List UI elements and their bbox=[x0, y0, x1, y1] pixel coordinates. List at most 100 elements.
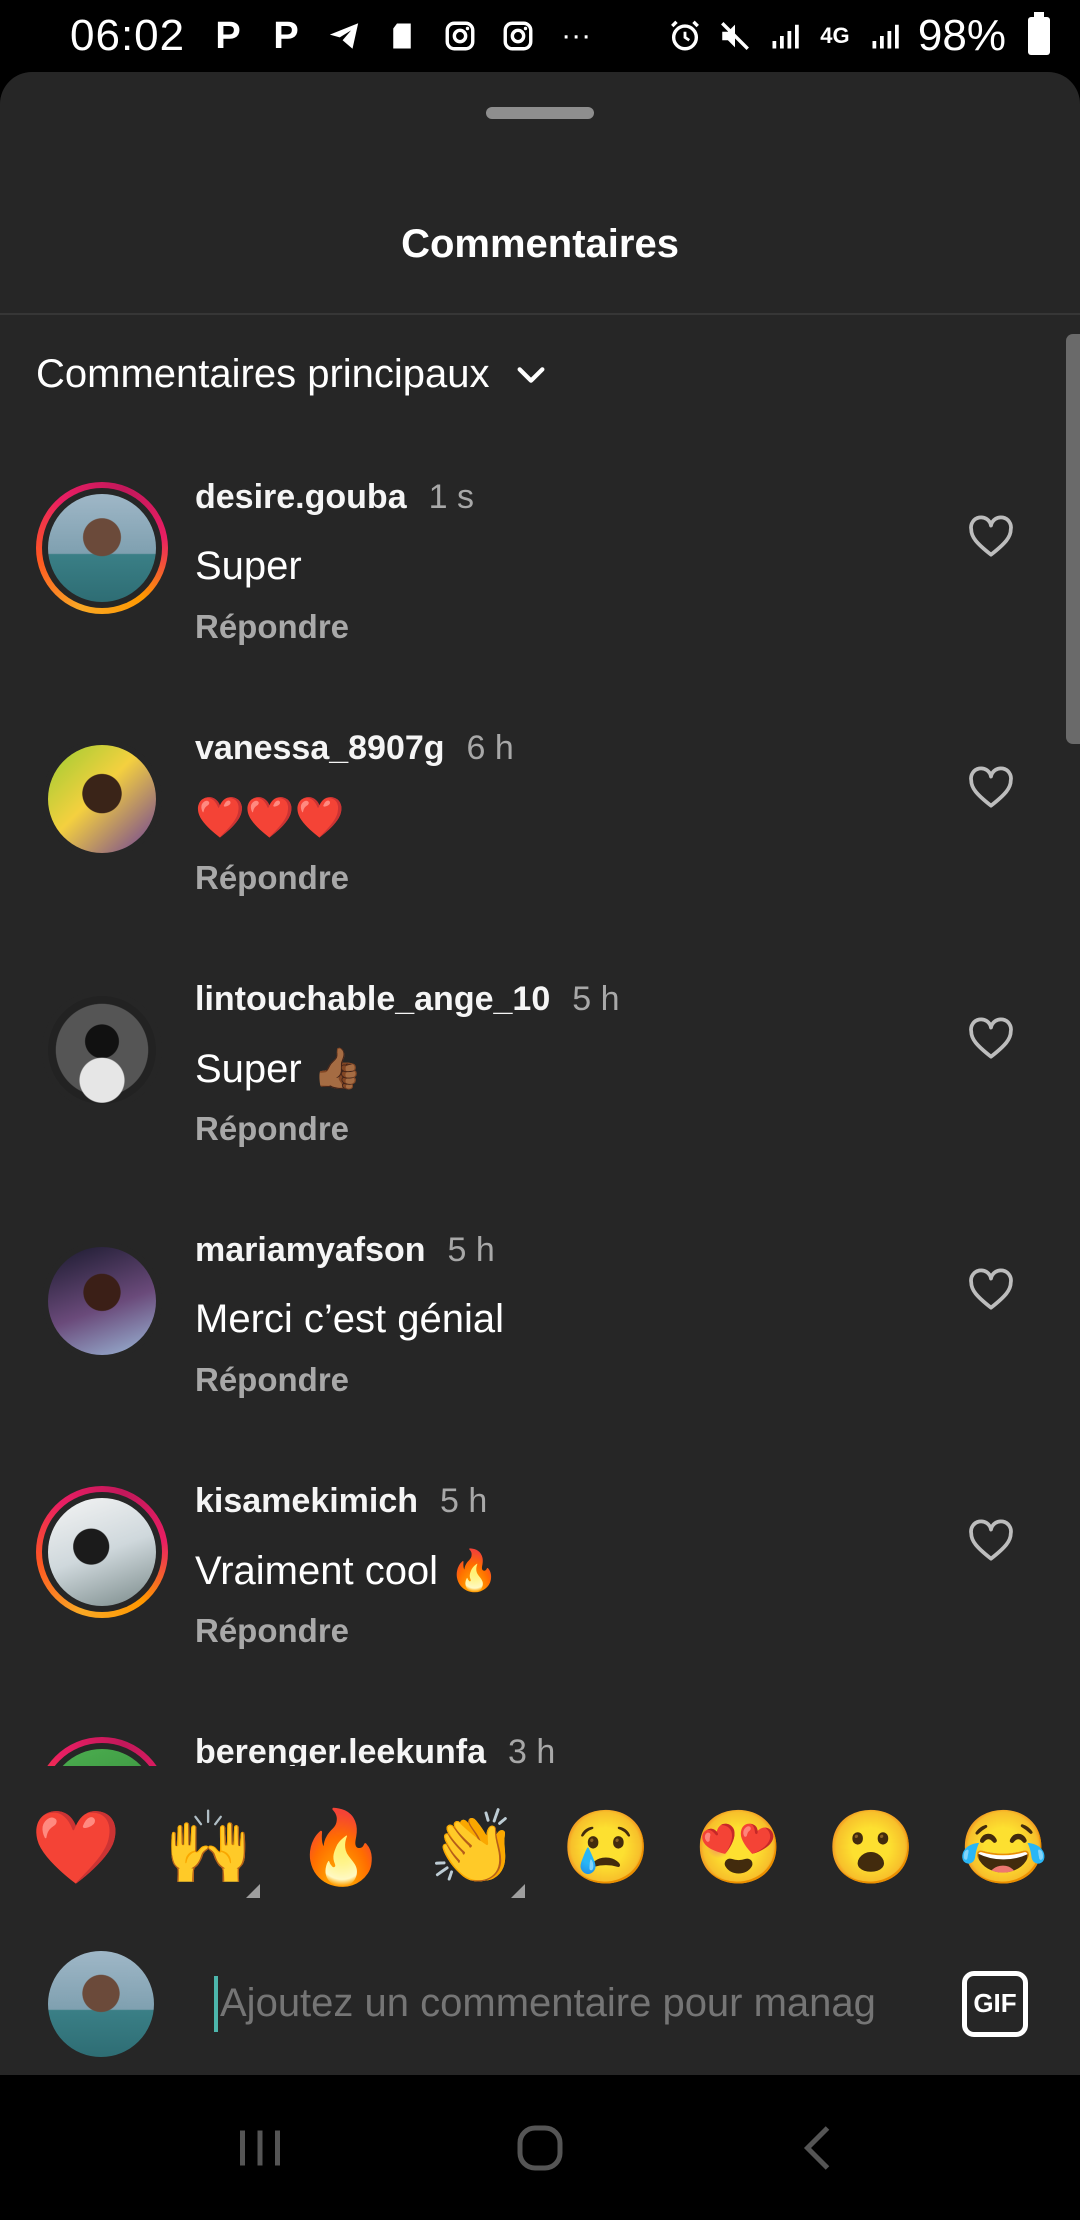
comment-time: 6 h bbox=[466, 729, 514, 767]
current-user-avatar bbox=[48, 1950, 154, 2057]
avatar-story-ring[interactable] bbox=[36, 1486, 168, 1618]
comment-text: Super bbox=[195, 543, 302, 588]
avatar bbox=[48, 1749, 156, 1766]
telegram-icon bbox=[327, 19, 361, 53]
instagram-icon bbox=[501, 19, 535, 53]
recent-apps-icon bbox=[240, 2130, 280, 2165]
emoji-laughing[interactable]: 😂 bbox=[949, 1792, 1059, 1902]
like-button[interactable] bbox=[966, 1516, 1016, 1566]
system-nav-bar bbox=[0, 2075, 1080, 2220]
comment-item: mariamyafson 5 h Merci c’est génial Répo… bbox=[0, 1225, 1080, 1476]
home-icon bbox=[517, 2125, 563, 2170]
emoji-heart-eyes[interactable]: 😍 bbox=[684, 1792, 794, 1902]
comment-time: 3 h bbox=[508, 1733, 556, 1766]
emoji-glyph: 👏 bbox=[428, 1807, 519, 1888]
comment-username[interactable]: berenger.leekunfa bbox=[195, 1733, 486, 1766]
comment-item: kisamekimich 5 h Vraiment cool 🔥 Répondr… bbox=[0, 1476, 1080, 1727]
mute-icon bbox=[718, 19, 752, 53]
like-button[interactable] bbox=[966, 763, 1016, 813]
comment-time: 5 h bbox=[440, 1482, 488, 1520]
signal-icon bbox=[868, 19, 902, 53]
like-button[interactable] bbox=[966, 1014, 1016, 1064]
avatar bbox=[48, 1498, 156, 1606]
more-icon: ··· bbox=[561, 19, 592, 52]
comment-input[interactable] bbox=[220, 1981, 910, 2026]
heart-icon bbox=[969, 515, 1013, 557]
drag-handle[interactable] bbox=[486, 107, 594, 119]
emoji-fire[interactable]: 🔥 bbox=[286, 1792, 396, 1902]
comment-item: lintouchable_ange_10 5 h Super 👍🏾 Répond… bbox=[0, 974, 1080, 1225]
4g-lte-icon: 4G bbox=[820, 23, 850, 48]
sort-dropdown[interactable]: Commentaires principaux bbox=[36, 352, 548, 397]
comment-composer: GIF bbox=[0, 1932, 1080, 2075]
instagram-icon bbox=[443, 19, 477, 53]
comments-sheet: Commentaires Commentaires principaux des… bbox=[0, 72, 1080, 2075]
emoji-surprised[interactable]: 😮 bbox=[816, 1792, 926, 1902]
emoji-heart[interactable]: ❤️ bbox=[21, 1792, 131, 1902]
heart-icon bbox=[969, 1268, 1013, 1310]
comment-text: Vraiment cool 🔥 bbox=[195, 1548, 499, 1593]
reply-button[interactable]: Répondre bbox=[195, 608, 955, 646]
home-button[interactable] bbox=[500, 2108, 580, 2188]
avatar bbox=[48, 1247, 156, 1355]
status-bar: 06:02 P P ··· 4G 98% bbox=[0, 0, 1080, 72]
avatar bbox=[48, 996, 156, 1104]
back-icon bbox=[803, 2125, 830, 2170]
reply-button[interactable]: Répondre bbox=[195, 859, 955, 897]
skin-tone-indicator bbox=[245, 1884, 260, 1898]
battery-icon bbox=[1028, 12, 1050, 55]
skin-tone-indicator bbox=[510, 1884, 525, 1898]
avatar bbox=[48, 745, 156, 853]
gif-button[interactable]: GIF bbox=[962, 1970, 1028, 2037]
avatar bbox=[48, 494, 156, 602]
comment-item: desire.gouba 1 s Super Répondre bbox=[0, 472, 1080, 723]
avatar-wrap[interactable] bbox=[36, 984, 168, 1116]
comment-time: 5 h bbox=[572, 980, 620, 1018]
battery-percent: 98% bbox=[917, 11, 1006, 60]
comment-username[interactable]: kisamekimich bbox=[195, 1482, 418, 1521]
emoji-reaction-bar: ❤️ 🙌 🔥 👏 😢 😍 😮 😂 bbox=[0, 1777, 1080, 1917]
notification-icons: P P ··· bbox=[211, 14, 593, 57]
comment-time: 5 h bbox=[447, 1231, 495, 1269]
heart-icon bbox=[969, 1017, 1013, 1059]
signal-icon bbox=[768, 19, 802, 53]
recent-apps-button[interactable] bbox=[220, 2108, 300, 2188]
avatar-wrap[interactable] bbox=[36, 1235, 168, 1367]
like-button[interactable] bbox=[966, 512, 1016, 562]
p-icon: P bbox=[273, 14, 299, 57]
comment-text: Super 👍🏾 bbox=[195, 1046, 363, 1091]
comment-text: Merci c’est génial bbox=[195, 1296, 505, 1341]
comment-time: 1 s bbox=[428, 478, 474, 516]
like-button[interactable] bbox=[966, 1265, 1016, 1315]
comment-username[interactable]: lintouchable_ange_10 bbox=[195, 980, 550, 1019]
sort-label: Commentaires principaux bbox=[36, 352, 490, 396]
back-button[interactable] bbox=[780, 2108, 860, 2188]
comment-list: desire.gouba 1 s Super Répondre vanessa_… bbox=[0, 472, 1080, 1766]
emoji-glyph: 🙌 bbox=[163, 1807, 254, 1888]
status-time: 06:02 bbox=[70, 11, 186, 60]
comment-text: ❤️❤️❤️ bbox=[195, 795, 345, 840]
emoji-raised-hands[interactable]: 🙌 bbox=[154, 1792, 264, 1902]
avatar-story-ring[interactable] bbox=[36, 1737, 168, 1766]
avatar-wrap[interactable] bbox=[36, 733, 168, 865]
chevron-down-icon bbox=[517, 366, 544, 383]
alarm-icon bbox=[668, 19, 702, 53]
sheet-title: Commentaires bbox=[401, 222, 679, 266]
comment-item: vanessa_8907g 6 h ❤️❤️❤️ Répondre bbox=[0, 723, 1080, 974]
comment-username[interactable]: vanessa_8907g bbox=[195, 729, 445, 768]
heart-icon bbox=[969, 1519, 1013, 1561]
heart-icon bbox=[969, 766, 1013, 808]
divider bbox=[0, 313, 1080, 315]
emoji-crying[interactable]: 😢 bbox=[551, 1792, 661, 1902]
comment-username[interactable]: desire.gouba bbox=[195, 478, 407, 517]
emoji-clapping[interactable]: 👏 bbox=[419, 1792, 529, 1902]
sd-card-icon bbox=[385, 19, 419, 53]
reply-button[interactable]: Répondre bbox=[195, 1612, 955, 1650]
p-icon: P bbox=[215, 14, 241, 57]
avatar-story-ring[interactable] bbox=[36, 482, 168, 614]
comment-username[interactable]: mariamyafson bbox=[195, 1231, 426, 1270]
text-cursor bbox=[214, 1975, 218, 2032]
comment-item: berenger.leekunfa 3 h bbox=[0, 1727, 1080, 1766]
reply-button[interactable]: Répondre bbox=[195, 1361, 955, 1399]
reply-button[interactable]: Répondre bbox=[195, 1110, 955, 1148]
